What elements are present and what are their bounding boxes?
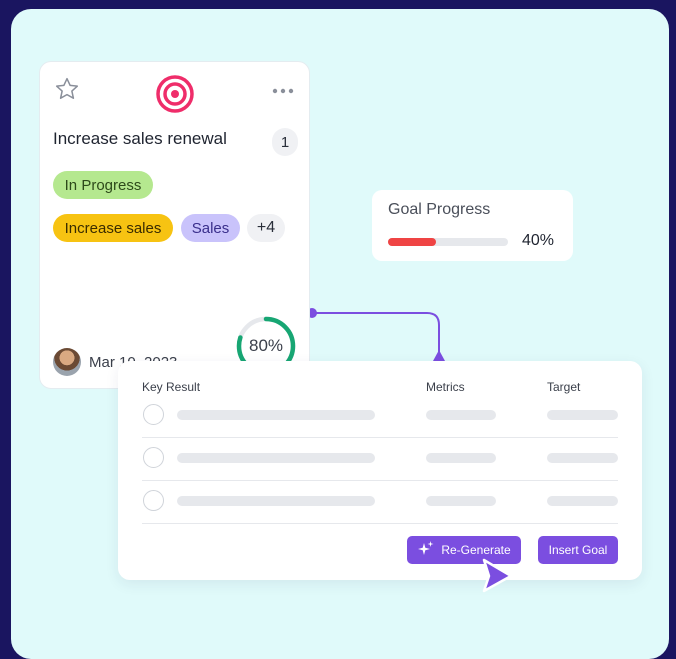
key-result-placeholder xyxy=(177,496,375,506)
target-icon xyxy=(155,74,195,119)
count-badge: 1 xyxy=(272,128,298,156)
metrics-placeholder xyxy=(426,410,496,420)
metrics-placeholder xyxy=(426,496,496,506)
key-result-placeholder xyxy=(177,410,375,420)
header-metrics: Metrics xyxy=(426,380,465,394)
key-result-placeholder xyxy=(177,453,375,463)
cursor-icon xyxy=(481,558,515,599)
goal-progress-card: Goal Progress 40% xyxy=(372,190,573,261)
row-checkbox[interactable] xyxy=(143,404,164,425)
goal-progress-fill xyxy=(388,238,436,246)
key-results-panel: Key Result Metrics Target Re-Generate In… xyxy=(118,361,642,580)
table-row xyxy=(142,394,618,438)
insert-goal-button[interactable]: Insert Goal xyxy=(538,536,618,564)
row-checkbox[interactable] xyxy=(143,447,164,468)
goal-progress-value: 40% xyxy=(522,232,555,249)
tag-sales[interactable]: Sales xyxy=(181,214,240,242)
goal-title: Increase sales renewal xyxy=(53,129,227,148)
table-row xyxy=(142,437,618,481)
target-placeholder xyxy=(547,453,618,463)
header-key-result: Key Result xyxy=(142,380,201,394)
goal-progress-title: Goal Progress xyxy=(388,201,491,218)
header-target: Target xyxy=(547,380,581,394)
row-checkbox[interactable] xyxy=(143,490,164,511)
more-tags-button[interactable]: +4 xyxy=(247,214,285,242)
regenerate-label: Re-Generate xyxy=(441,543,511,557)
target-placeholder xyxy=(547,410,618,420)
status-badge[interactable]: In Progress xyxy=(53,171,153,199)
table-row xyxy=(142,480,618,524)
sparkle-icon xyxy=(417,540,435,561)
metrics-placeholder xyxy=(426,453,496,463)
star-icon[interactable] xyxy=(54,76,80,107)
tag-increase-sales[interactable]: Increase sales xyxy=(53,214,173,242)
target-placeholder xyxy=(547,496,618,506)
goal-progress-bar xyxy=(388,238,508,246)
more-icon[interactable] xyxy=(271,82,295,100)
avatar xyxy=(53,348,81,376)
